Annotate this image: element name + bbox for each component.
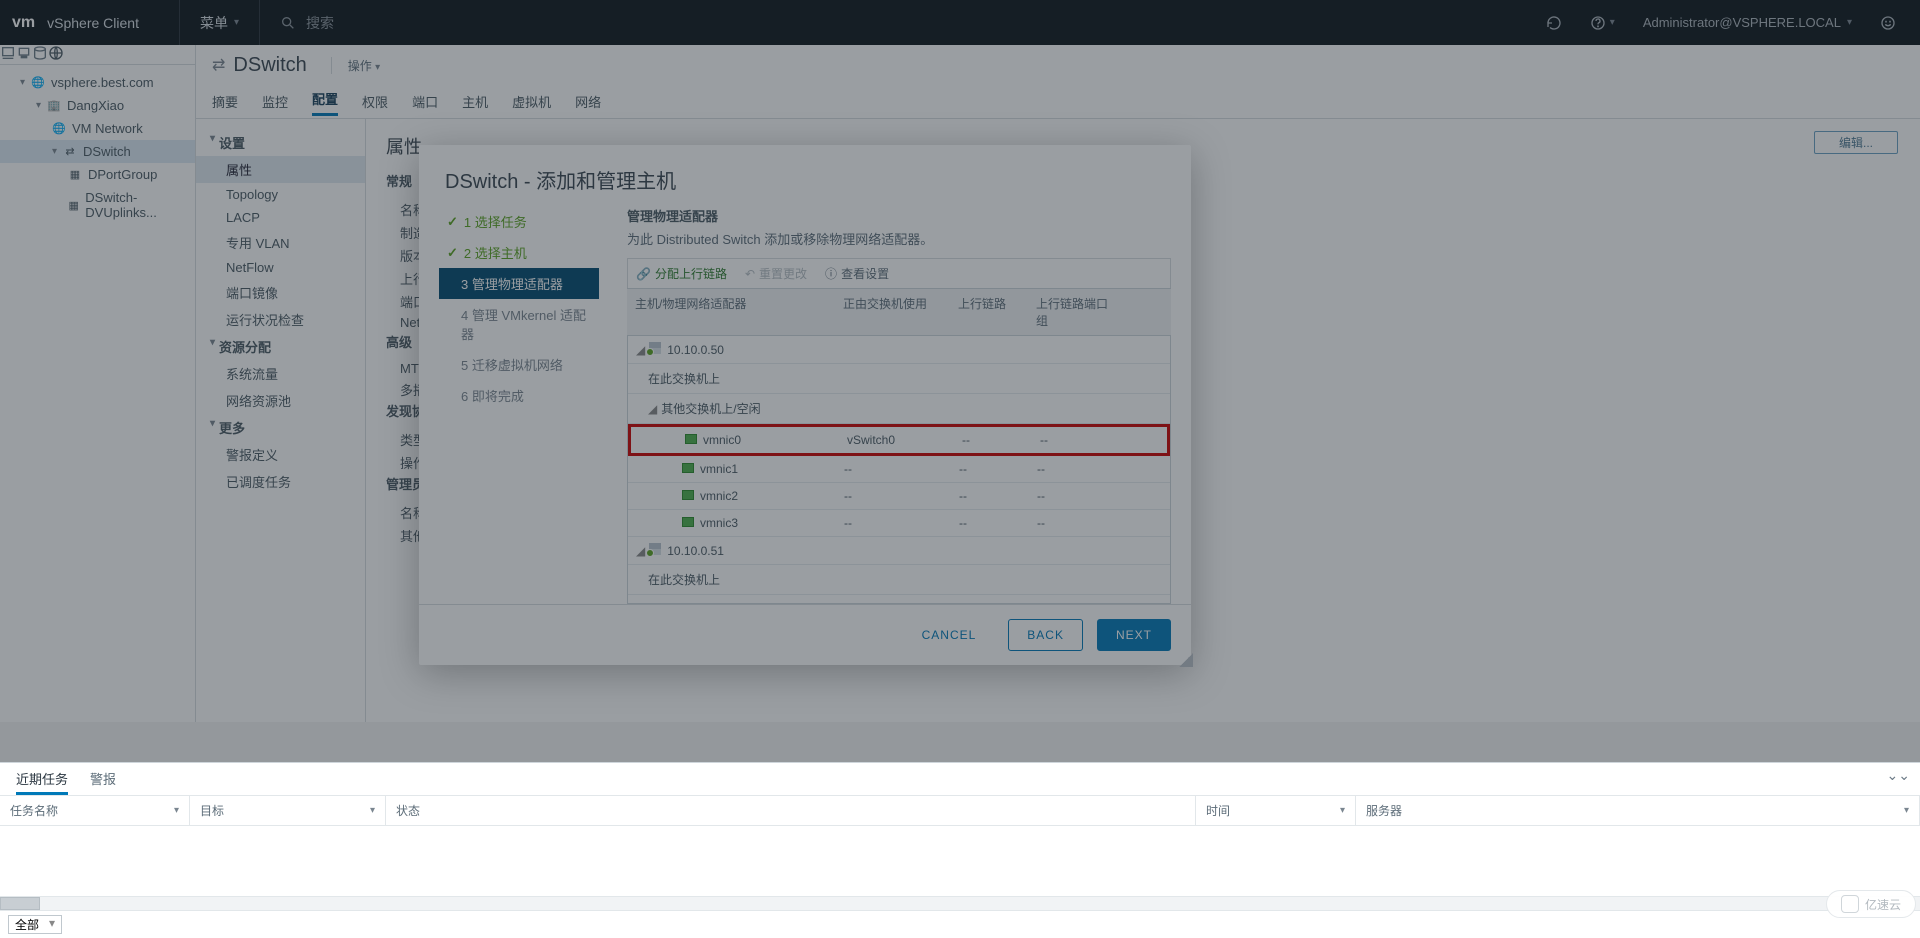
sort-icon: ▾	[174, 805, 179, 816]
col-target[interactable]: 目标 ▾	[190, 796, 386, 825]
col-label: 服务器	[1366, 802, 1402, 819]
sort-icon: ▾	[370, 805, 375, 816]
bottom-footer: 全部	[0, 910, 1920, 938]
watermark: 亿速云	[1826, 890, 1916, 918]
collapse-icon[interactable]: ⌄⌄	[1887, 767, 1910, 784]
bottom-panel: 近期任务 警报 ⌄⌄ 任务名称 ▾ 目标 ▾ 状态 时间 ▾ 服务器 ▾ 全部	[0, 762, 1920, 938]
col-server[interactable]: 服务器 ▾	[1356, 796, 1920, 825]
col-label: 状态	[396, 802, 420, 819]
watermark-icon	[1841, 895, 1859, 913]
col-time[interactable]: 时间 ▾	[1196, 796, 1356, 825]
sort-icon: ▾	[1340, 805, 1345, 816]
col-label: 目标	[200, 802, 224, 819]
tab-alarms[interactable]: 警报	[90, 769, 116, 795]
sort-icon: ▾	[1904, 805, 1909, 816]
col-status[interactable]: 状态	[386, 796, 1196, 825]
col-label: 任务名称	[10, 802, 58, 819]
watermark-text: 亿速云	[1865, 896, 1901, 913]
task-header-row: 任务名称 ▾ 目标 ▾ 状态 时间 ▾ 服务器 ▾	[0, 795, 1920, 826]
col-label: 时间	[1206, 802, 1230, 819]
hscrollbar[interactable]	[0, 896, 1920, 910]
filter-select[interactable]: 全部	[8, 915, 62, 934]
bottom-tabs: 近期任务 警报 ⌄⌄	[0, 763, 1920, 795]
tab-recent-tasks[interactable]: 近期任务	[16, 769, 68, 795]
col-taskname[interactable]: 任务名称 ▾	[0, 796, 190, 825]
task-body	[0, 826, 1920, 896]
